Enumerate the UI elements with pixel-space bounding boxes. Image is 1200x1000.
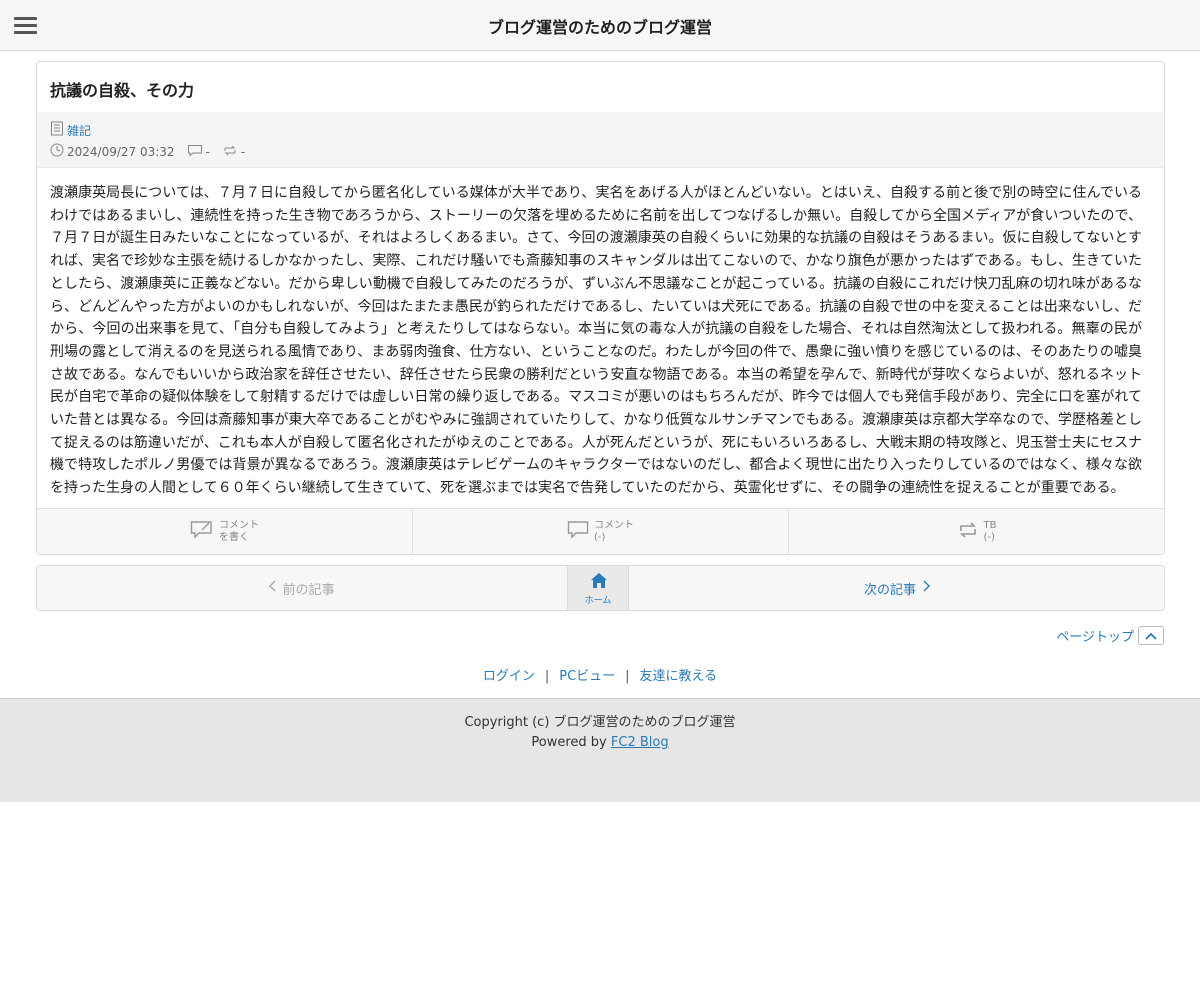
comment-count[interactable]: - [206,145,210,159]
next-entry-label: 次の記事 [863,582,916,598]
entry-actions: コメント を書く コメント (-) TB (-) [37,508,1164,554]
comment-icon [567,520,589,544]
entry-meta: 雑記 2024/09/27 03:32 - - [37,112,1164,168]
separator: | [544,669,550,684]
entry-title[interactable]: 抗議の自殺、その力 [50,77,194,101]
write-comment-button[interactable]: コメント を書く [37,509,413,554]
home-label: ホーム [584,596,612,606]
chevron-right-icon [922,580,930,596]
site-header: ブログ運営のためのブログ運営 [0,0,1200,51]
footer-links: ログイン | PCビュー | 友達に教える [0,665,1200,684]
chevron-left-icon [269,580,277,596]
prev-entry-button: 前の記事 [37,566,567,610]
comment-icon [187,144,203,160]
copyright: Copyright (c) ブログ運営のためのブログ運営 [464,715,736,730]
login-link[interactable]: ログイン [483,669,535,684]
comments-label-1: コメント [594,519,634,531]
trackback-icon [222,144,238,160]
chevron-up-icon[interactable] [1138,626,1164,645]
notebook-icon [50,121,64,139]
next-entry-button[interactable]: 次の記事 [629,566,1164,610]
powered-by: Powered by FC2 Blog [0,735,1200,750]
tb-label-2: (-) [983,531,995,543]
site-footer: Copyright (c) ブログ運営のためのブログ運営 Powered by … [0,698,1200,802]
powered-by-label: Powered by [531,735,607,750]
fc2-blog-link[interactable]: FC2 Blog [611,735,669,750]
comments-label-2: (-) [594,531,606,543]
prev-entry-label: 前の記事 [282,582,335,598]
separator: | [625,669,630,684]
clock-icon [50,143,64,160]
home-icon [590,572,608,593]
write-comment-label-1: コメント [219,519,259,531]
tb-label-1: TB [983,519,997,531]
page-top-label: ページトップ [1056,630,1134,645]
category-link[interactable]: 雑記 [67,122,91,139]
tell-friend-link[interactable]: 友達に教える [640,669,718,684]
entry-card: 抗議の自殺、その力 雑記 2024/09/27 03:32 - - 渡瀬康英局長 [36,61,1165,555]
date-row: 2024/09/27 03:32 - - [50,143,245,160]
write-comment-label-2: を書く [219,531,249,543]
trackback-button[interactable]: TB (-) [789,509,1164,554]
trackback-count[interactable]: - [241,145,245,159]
entry-body: 渡瀬康英局長については、７月７日に自殺してから匿名化している媒体が大半であり、実… [50,185,1142,497]
comment-write-icon [190,520,214,544]
trackback-icon [957,521,979,543]
home-button[interactable]: ホーム [567,566,629,610]
site-title[interactable]: ブログ運営のためのブログ運営 [0,14,1200,38]
category-row: 雑記 [50,121,91,139]
pager: 前の記事 ホーム 次の記事 [36,565,1165,611]
page-top-link[interactable]: ページトップ [1056,626,1164,645]
entry-datetime: 2024/09/27 03:32 [67,144,175,159]
comments-button[interactable]: コメント (-) [413,509,789,554]
pc-view-link[interactable]: PCビュー [559,669,615,684]
